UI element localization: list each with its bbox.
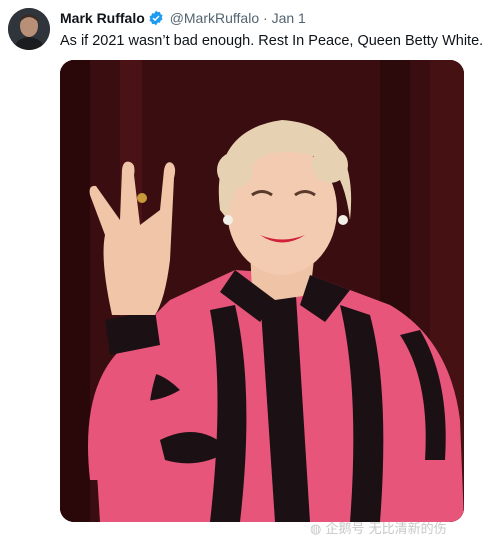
tweet-text: As if 2021 wasn’t bad enough. Rest In Pe… — [60, 33, 484, 49]
verified-badge-icon — [148, 10, 164, 29]
watermark: ◍ 企鹅号 无比清新的伤 — [310, 518, 447, 537]
penguin-icon: ◍ — [310, 522, 322, 537]
tweet-header: Mark Ruffalo @MarkRuffalo · Jan 1 — [60, 10, 306, 29]
avatar[interactable] — [8, 8, 50, 50]
tweet-date[interactable]: Jan 1 — [272, 10, 306, 26]
tweet-card[interactable]: Mark Ruffalo @MarkRuffalo · Jan 1 As if … — [0, 0, 500, 546]
author-handle[interactable]: @MarkRuffalo — [170, 10, 259, 26]
separator-dot: · — [263, 10, 268, 26]
author-name[interactable]: Mark Ruffalo — [60, 10, 145, 26]
watermark-text: 企鹅号 无比清新的伤 — [325, 522, 447, 537]
tweet-photo[interactable] — [60, 60, 464, 522]
